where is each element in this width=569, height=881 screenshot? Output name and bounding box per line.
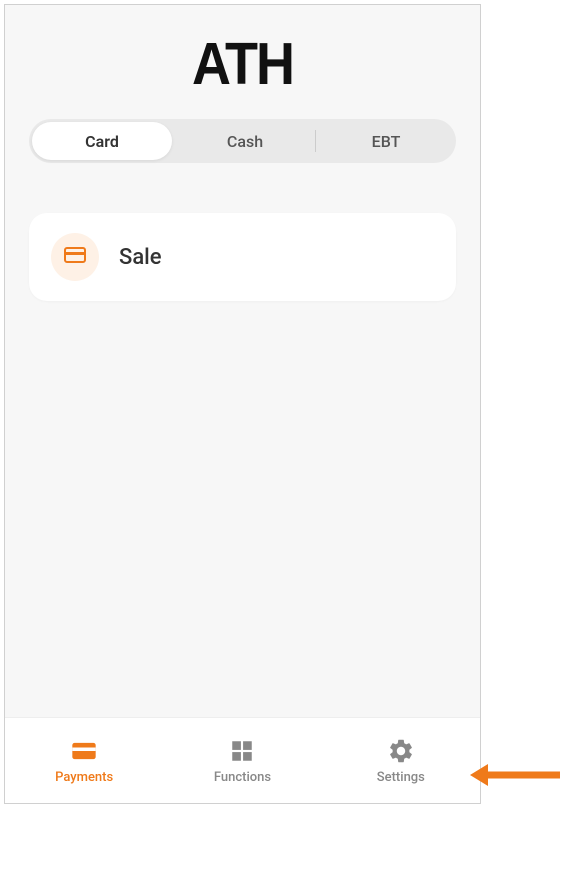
tab-label: EBT: [372, 132, 401, 151]
sale-icon-background: [51, 233, 99, 281]
grid-icon: [227, 736, 257, 766]
nav-settings[interactable]: Settings: [322, 718, 480, 803]
tab-cash[interactable]: Cash: [175, 119, 315, 163]
sale-button[interactable]: Sale: [29, 213, 456, 301]
payment-type-tabs-container: Card Cash EBT: [5, 119, 480, 163]
header: ATH: [5, 5, 480, 119]
bottom-navigation: Payments Functions Settings: [5, 717, 480, 803]
brand-logo: ATH: [192, 30, 293, 98]
payment-type-tabs: Card Cash EBT: [29, 119, 456, 163]
nav-payments[interactable]: Payments: [5, 718, 163, 803]
tab-label: Card: [85, 132, 119, 151]
arrow-annotation-icon: [470, 762, 560, 788]
tab-label: Cash: [227, 132, 263, 151]
sale-label: Sale: [119, 245, 162, 270]
nav-label: Settings: [377, 770, 425, 785]
app-screen: ATH Card Cash EBT: [4, 4, 481, 804]
gear-icon: [386, 736, 416, 766]
card-icon: [63, 243, 87, 271]
nav-label: Functions: [214, 770, 271, 785]
tab-ebt[interactable]: EBT: [316, 119, 456, 163]
nav-functions[interactable]: Functions: [163, 718, 321, 803]
main-content: Sale: [5, 163, 480, 717]
card-icon: [69, 736, 99, 766]
nav-label: Payments: [55, 770, 113, 785]
tab-card[interactable]: Card: [32, 122, 172, 160]
